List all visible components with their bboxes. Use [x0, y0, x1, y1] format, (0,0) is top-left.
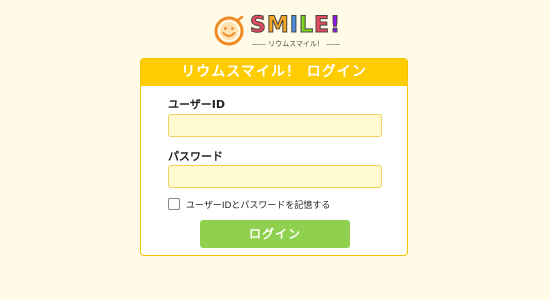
smile-sun-icon: [214, 15, 244, 46]
logo-letter: I: [289, 13, 299, 38]
login-card-title: リウムスマイル！ ログイン: [141, 59, 407, 86]
remember-me-row[interactable]: ユーザーIDとパスワードを記憶する: [168, 197, 330, 211]
remember-me-label[interactable]: ユーザーIDとパスワードを記憶する: [186, 198, 330, 211]
remember-me-checkbox[interactable]: [168, 198, 180, 210]
user-id-label: ユーザーID: [168, 98, 226, 111]
logo-wordmark: SMILE!: [250, 13, 342, 38]
logo-letter: S: [250, 13, 267, 38]
logo-letter: L: [298, 13, 314, 38]
logo-letter: !: [330, 13, 342, 38]
password-label: パスワード: [168, 150, 223, 163]
site-logo: SMILE! —— リウムスマイル！ ——: [212, 12, 342, 52]
login-card: リウムスマイル！ ログイン ユーザーID パスワード ユーザーIDとパスワードを…: [140, 58, 408, 256]
login-button[interactable]: ログイン: [200, 220, 350, 248]
password-input[interactable]: [168, 165, 382, 188]
logo-tagline: —— リウムスマイル！ ——: [251, 40, 341, 48]
logo-letter: M: [266, 13, 290, 38]
logo-letter: E: [313, 13, 331, 38]
user-id-input[interactable]: [168, 114, 382, 137]
